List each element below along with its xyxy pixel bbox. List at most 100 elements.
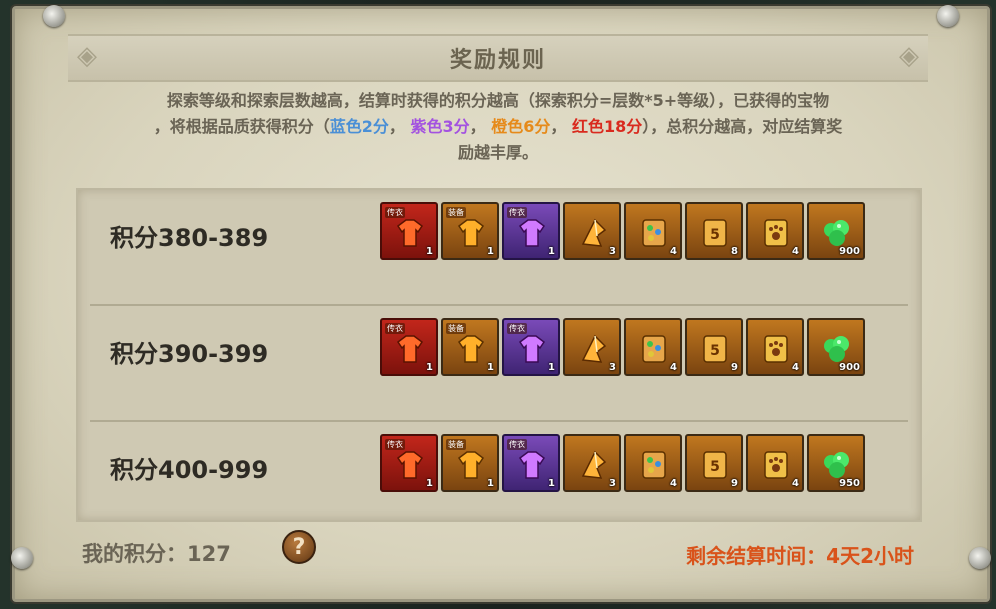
item-tag: 装备 [446,439,466,450]
description-line-2: ，将根据品质获得积分（蓝色2分， 紫色3分， 橙色6分， 红色18分），总积分越… [153,117,843,136]
scroll-gems-icon [636,216,672,250]
scroll-gems-icon [636,332,672,366]
pin-icon [969,547,991,569]
title-bar: ◈ 奖励规则 ◈ [68,34,928,82]
reward-item-slot[interactable]: 3 [563,202,621,260]
red-robe-icon [392,448,428,482]
svg-text:5: 5 [710,459,720,475]
reward-item-slot[interactable]: 传衣 1 [380,202,438,260]
my-score-value: 127 [187,542,231,566]
reward-item-slot[interactable]: 4 [624,318,682,376]
scroll-paw-icon [758,216,794,250]
item-tag: 传衣 [385,439,405,450]
green-jade-icon [819,332,855,366]
description-prefix: ，将根据品质获得积分（ [153,117,330,136]
red-robe-icon [392,332,428,366]
svg-text:5: 5 [710,227,720,243]
reward-row: 积分380-389 传衣 1 装备 1 传衣 1 3 4 5 8 4 900 [78,190,920,306]
page-title: 奖励规则 [449,48,546,73]
green-jade-icon [819,216,855,250]
item-count: 1 [548,362,555,373]
item-count: 1 [487,478,494,489]
pin-icon [11,547,33,569]
orange-shard-icon [575,448,611,482]
item-count: 8 [731,246,738,257]
reward-item-slot[interactable]: 3 [563,318,621,376]
svg-text:5: 5 [710,343,720,359]
orange-shard-icon [575,216,611,250]
reward-item-slot[interactable]: 传衣 1 [502,202,560,260]
reward-item-slot[interactable]: 传衣 1 [502,434,560,492]
item-count: 1 [426,478,433,489]
reward-item-slot[interactable]: 4 [746,318,804,376]
reward-item-slot[interactable]: 59 [685,318,743,376]
reward-item-slot[interactable]: 3 [563,434,621,492]
item-tag: 传衣 [507,323,527,334]
item-count: 900 [839,362,860,373]
item-count: 4 [670,362,677,373]
help-button[interactable]: ? [282,530,316,564]
reward-item-slot[interactable]: 4 [746,202,804,260]
item-count: 1 [548,478,555,489]
rules-description: 探索等级和探索层数越高，结算时获得的积分越高（探索积分=层数*5+等级），已获得… [72,88,924,166]
item-count: 3 [609,478,616,489]
reward-item-slot[interactable]: 4 [746,434,804,492]
orange-robe-icon [453,448,489,482]
countdown-value: 4天2小时 [826,544,914,568]
item-tag: 装备 [446,207,466,218]
reward-items: 传衣 1 装备 1 传衣 1 3 4 5 9 4 900 [380,318,865,376]
reward-item-slot[interactable]: 58 [685,202,743,260]
ornament-left-icon: ◈ [77,41,97,71]
reward-row: 积分400-999 传衣 1 装备 1 传衣 1 3 4 5 9 4 950 [78,422,920,538]
description-line-3: 励越丰厚。 [457,143,538,162]
item-count: 900 [839,246,860,257]
reward-item-slot[interactable]: 装备 1 [441,434,499,492]
purple-robe-icon [514,332,550,366]
reward-item-slot[interactable]: 900 [807,202,865,260]
reward-item-slot[interactable]: 装备 1 [441,318,499,376]
pin-icon [937,5,959,27]
item-count: 4 [670,478,677,489]
reward-item-slot[interactable]: 传衣 1 [380,318,438,376]
quality-purple: 紫色3分 [410,117,470,136]
pin-icon [43,5,65,27]
scroll-5-icon: 5 [697,448,733,482]
item-count: 3 [609,246,616,257]
orange-shard-icon [575,332,611,366]
score-range-label: 积分380-389 [110,224,269,252]
item-tag: 传衣 [507,439,527,450]
orange-robe-icon [453,216,489,250]
score-range-label: 积分390-399 [110,340,269,368]
reward-item-slot[interactable]: 59 [685,434,743,492]
ornament-right-icon: ◈ [899,41,919,71]
score-range-label: 积分400-999 [110,456,269,484]
item-count: 9 [731,478,738,489]
reward-item-slot[interactable]: 传衣 1 [502,318,560,376]
reward-item-slot[interactable]: 950 [807,434,865,492]
purple-robe-icon [514,216,550,250]
item-count: 4 [792,478,799,489]
item-count: 3 [609,362,616,373]
description-line-1: 探索等级和探索层数越高，结算时获得的积分越高（探索积分=层数*5+等级），已获得… [166,91,830,110]
reward-item-slot[interactable]: 4 [624,202,682,260]
reward-item-slot[interactable]: 装备 1 [441,202,499,260]
settlement-countdown: 剩余结算时间：4天2小时 [686,540,914,569]
item-tag: 传衣 [507,207,527,218]
item-count: 1 [548,246,555,257]
reward-item-slot[interactable]: 传衣 1 [380,434,438,492]
item-count: 4 [792,362,799,373]
green-jade-icon [819,448,855,482]
item-count: 1 [426,246,433,257]
item-count: 1 [487,362,494,373]
reward-items: 传衣 1 装备 1 传衣 1 3 4 5 9 4 950 [380,434,865,492]
game-scene: ◈ 奖励规则 ◈ 探索等级和探索层数越高，结算时获得的积分越高（探索积分=层数*… [0,0,996,609]
reward-item-slot[interactable]: 4 [624,434,682,492]
item-count: 1 [426,362,433,373]
orange-robe-icon [453,332,489,366]
reward-item-slot[interactable]: 900 [807,318,865,376]
my-score-label: 我的积分： [82,542,187,566]
red-robe-icon [392,216,428,250]
scroll-paw-icon [758,448,794,482]
item-count: 4 [792,246,799,257]
item-count: 1 [487,246,494,257]
